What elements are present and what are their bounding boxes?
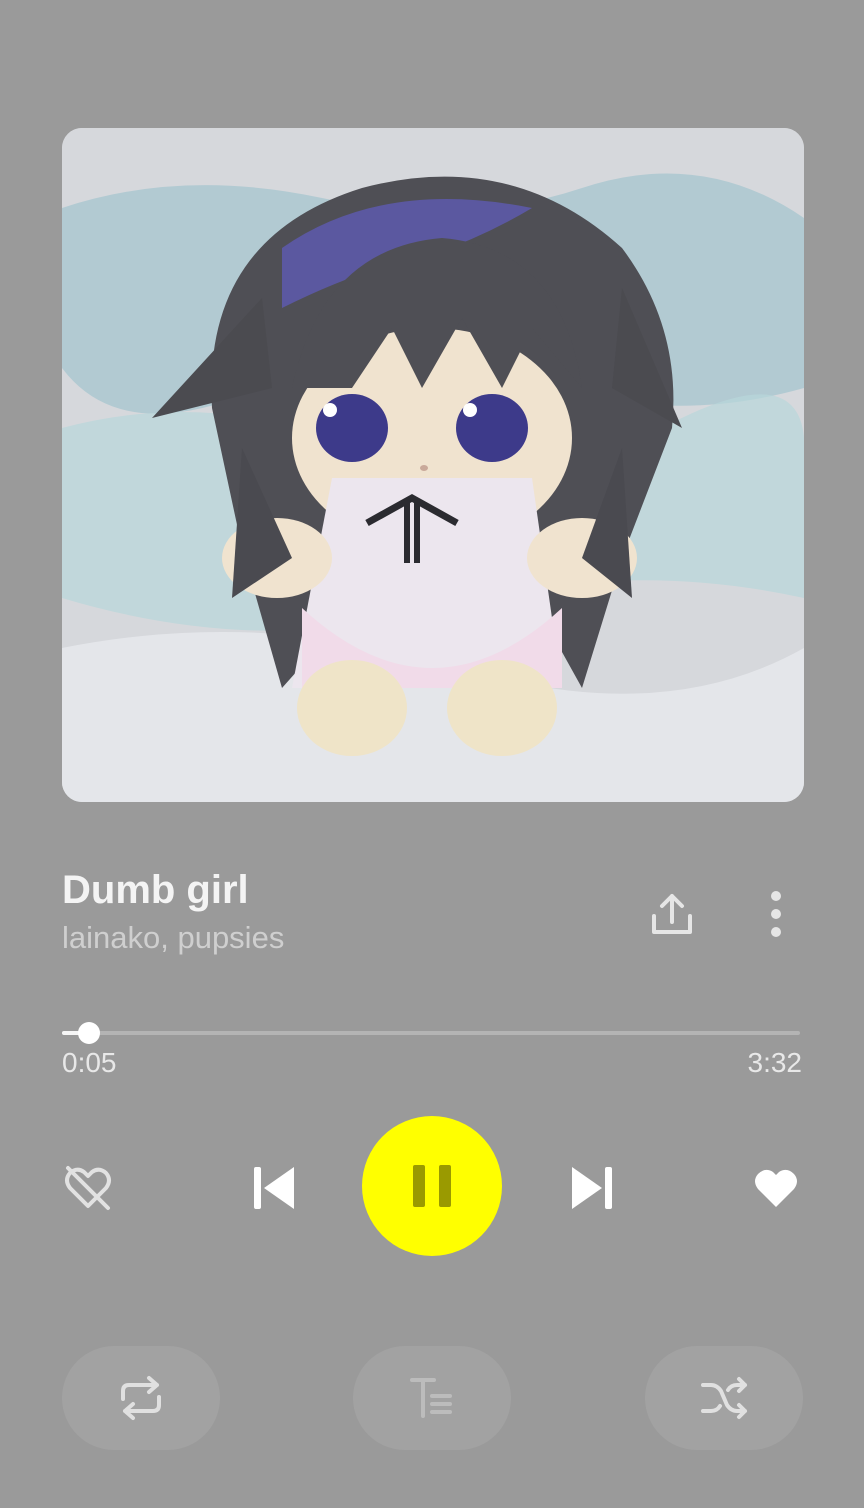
repeat-button[interactable] xyxy=(62,1346,220,1450)
play-pause-button[interactable] xyxy=(362,1116,502,1256)
more-options-button[interactable] xyxy=(754,886,798,942)
share-button[interactable] xyxy=(644,886,700,942)
album-artwork xyxy=(62,128,804,802)
next-track-button[interactable] xyxy=(562,1158,622,1218)
album-cover-image xyxy=(62,128,804,802)
heart-filled-icon xyxy=(755,1169,797,1207)
track-title[interactable]: Dumb girl xyxy=(62,866,284,914)
previous-track-button[interactable] xyxy=(244,1158,304,1218)
progress-thumb[interactable] xyxy=(77,1022,100,1044)
pause-icon xyxy=(413,1165,451,1207)
lyrics-button[interactable] xyxy=(353,1346,511,1450)
share-icon xyxy=(652,894,692,934)
shuffle-button[interactable] xyxy=(645,1346,803,1450)
more-vertical-icon xyxy=(771,891,781,937)
heart-broken-icon xyxy=(65,1166,111,1210)
shuffle-icon xyxy=(701,1377,747,1419)
progress-track xyxy=(62,1031,800,1035)
track-info: Dumb girl lainako, pupsies xyxy=(62,866,284,958)
elapsed-time: 0:05 xyxy=(62,1047,117,1078)
total-time: 3:32 xyxy=(747,1047,803,1078)
dislike-button[interactable] xyxy=(60,1160,116,1216)
skip-previous-icon xyxy=(254,1167,294,1209)
repeat-icon xyxy=(121,1376,161,1420)
skip-next-icon xyxy=(572,1167,612,1209)
lyrics-icon xyxy=(410,1378,452,1418)
track-artist[interactable]: lainako, pupsies xyxy=(62,918,284,958)
progress-slider[interactable] xyxy=(62,1022,800,1044)
like-button[interactable] xyxy=(746,1158,806,1218)
